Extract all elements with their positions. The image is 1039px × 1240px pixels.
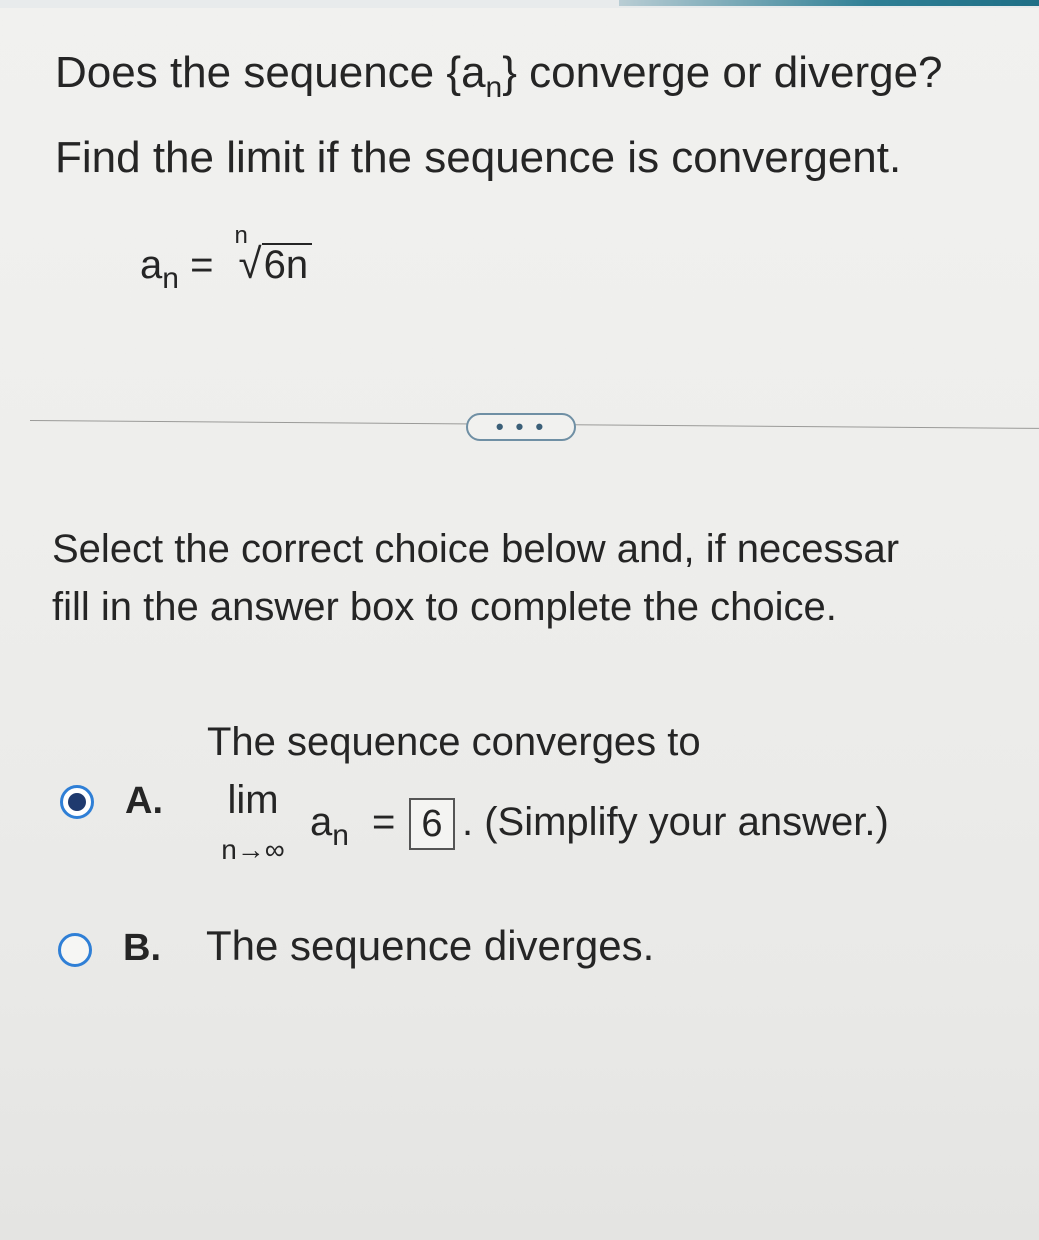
limit-term: an: [310, 800, 349, 853]
choice-a-letter[interactable]: A.: [125, 780, 163, 823]
instructions-text: Select the correct choice below and, if …: [52, 520, 1039, 636]
radio-selected-dot: [68, 793, 86, 811]
limit-equals: =: [372, 800, 396, 844]
lim-subscript: n→∞: [221, 834, 285, 865]
formula-var-subscript: n: [162, 262, 179, 295]
radicand: 6n: [261, 243, 313, 285]
answer-input[interactable]: 6: [409, 798, 455, 850]
limit-expression: lim n→∞: [205, 778, 315, 868]
limit-term-subscript: n: [332, 819, 349, 852]
choice-b-text[interactable]: The sequence diverges.: [206, 922, 654, 970]
instructions-line-1: Select the correct choice below and, if …: [52, 527, 900, 571]
question-line-1-prefix: Does the sequence {a: [55, 48, 486, 97]
show-more-button[interactable]: • • •: [466, 413, 576, 441]
lim-word: lim: [227, 778, 279, 822]
choice-a-radio[interactable]: [60, 785, 94, 819]
choice-b-letter[interactable]: B.: [123, 927, 161, 970]
instructions-line-2: fill in the answer box to complete the c…: [52, 585, 837, 629]
formula-variable: an: [140, 243, 179, 296]
question-line-1-suffix: } converge or diverge?: [502, 48, 943, 97]
question-line-1: Does the sequence {an} converge or diver…: [55, 38, 1035, 123]
question-text: Does the sequence {an} converge or diver…: [55, 38, 1035, 193]
limit-term-letter: a: [310, 800, 333, 844]
simplify-hint: . (Simplify your answer.): [462, 800, 889, 844]
question-subscript: n: [485, 71, 503, 104]
nth-root: n √6n: [235, 222, 313, 288]
top-accent-bar: [619, 0, 1039, 6]
choice-b-radio[interactable]: [58, 933, 92, 967]
sequence-formula: an = n √6n: [140, 222, 313, 296]
formula-var-letter: a: [140, 243, 163, 287]
question-line-2: Find the limit if the sequence is conver…: [55, 133, 902, 182]
formula-equals: =: [190, 243, 214, 287]
choice-a-intro: The sequence converges to: [207, 720, 701, 764]
top-bar: [0, 0, 1039, 8]
root-index: n: [234, 222, 248, 249]
